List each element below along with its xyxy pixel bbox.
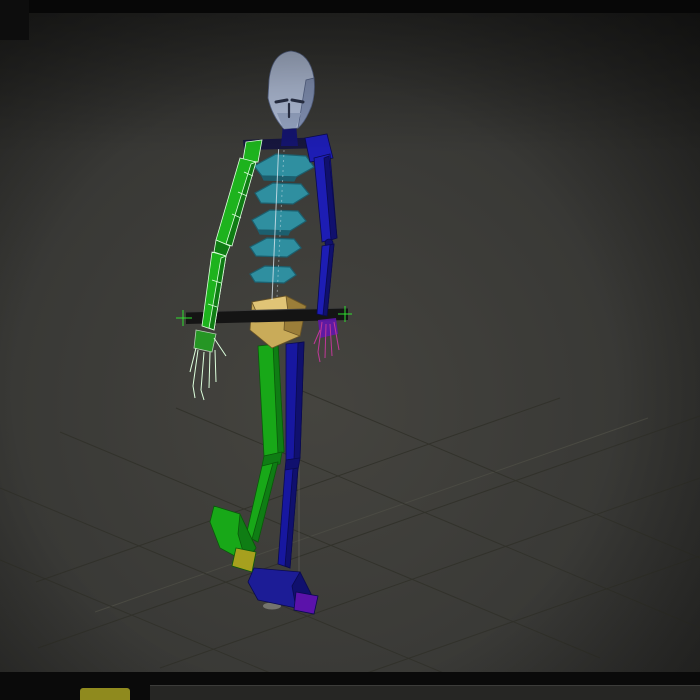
app-window [0,0,700,700]
top-toolbar [0,0,700,13]
bottom-status-bar [0,672,700,700]
timeline-strip[interactable] [150,685,700,700]
viewport-canvas[interactable] [0,0,700,700]
status-chip[interactable] [80,688,130,700]
viewport-background [0,0,700,700]
top-left-panel-corner [0,0,29,40]
